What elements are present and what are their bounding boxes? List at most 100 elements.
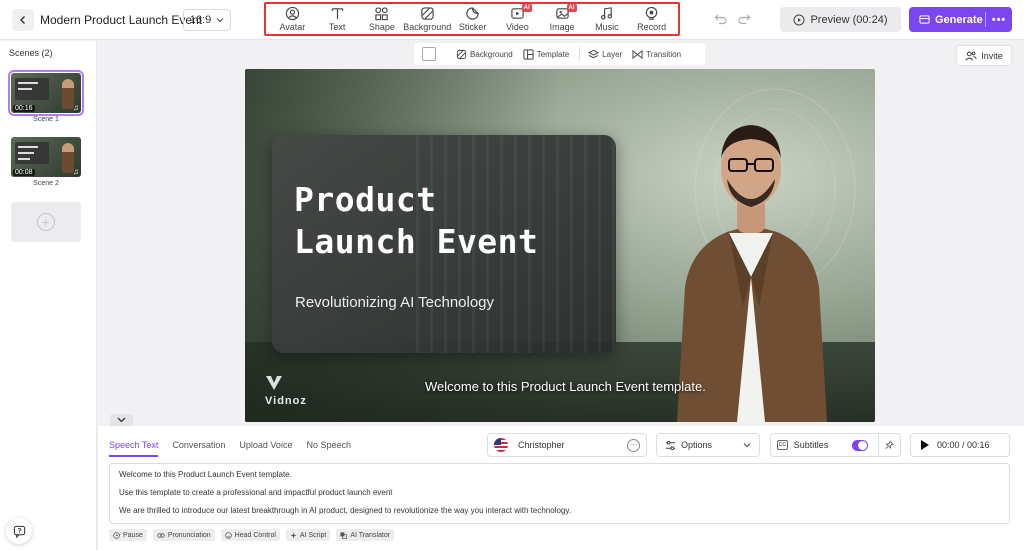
cc-icon: CC — [777, 440, 788, 450]
ai-script-button[interactable]: AI Script — [285, 529, 331, 541]
generate-more-button[interactable]: ••• — [985, 12, 1012, 27]
film-icon — [919, 15, 930, 24]
background-tool[interactable]: Background — [456, 49, 513, 60]
music-note-icon: ♫ — [73, 103, 79, 112]
music-icon — [601, 7, 613, 20]
avatar-presenter[interactable] — [667, 97, 835, 422]
text-icon — [331, 8, 343, 20]
head-control-label: Head Control — [234, 531, 276, 539]
thumb-title-card — [15, 142, 49, 164]
invite-button[interactable]: Invite — [956, 45, 1012, 66]
redo-icon[interactable] — [737, 12, 751, 26]
preview-button[interactable]: Preview (00:24) — [780, 7, 901, 32]
scene-duration: 00:08 — [13, 169, 35, 176]
divider — [579, 47, 581, 61]
color-swatch[interactable] — [422, 47, 436, 61]
subtitles-label: Subtitles — [793, 440, 829, 450]
chevron-left-icon — [20, 16, 25, 24]
voice-select[interactable]: Christopher ··· — [487, 433, 647, 457]
vidnoz-logo-icon — [266, 376, 282, 390]
pin-icon[interactable] — [885, 439, 894, 451]
undo-icon[interactable] — [714, 12, 728, 26]
template-label: Template — [536, 49, 570, 59]
scene-label: Scene 1 — [33, 116, 59, 123]
avatar-icon — [285, 6, 300, 21]
chevron-down-icon — [117, 417, 126, 423]
card-title-line-2: Launch Event — [294, 222, 539, 261]
thumb-title-card — [15, 78, 49, 100]
script-tools: Pause Pronunciation Head Control AI Scri… — [109, 529, 395, 541]
tool-music[interactable]: Music — [585, 4, 630, 34]
clock-icon — [113, 531, 120, 539]
scene-thumbnail-1[interactable]: 00:16 ♫ — [8, 70, 84, 116]
script-line[interactable]: Use this template to create a profession… — [119, 487, 1000, 505]
subtitle-caption[interactable]: Welcome to this Product Launch Event tem… — [425, 379, 706, 394]
back-button[interactable] — [12, 9, 34, 31]
divider — [878, 433, 880, 457]
tool-record[interactable]: Record — [629, 4, 674, 34]
options-label: Options — [681, 440, 713, 450]
ai-badge: AI — [566, 4, 577, 12]
tab-conversation[interactable]: Conversation — [172, 440, 225, 457]
music-note-icon: ♫ — [73, 167, 79, 176]
project-title[interactable]: Modern Product Launch Event — [40, 13, 202, 27]
card-subtitle[interactable]: Revolutionizing AI Technology — [295, 294, 494, 311]
pause-button[interactable]: Pause — [109, 529, 147, 541]
tool-video[interactable]: AI Video — [495, 4, 540, 34]
scenes-title: Scenes (2) — [9, 48, 53, 58]
tab-upload-voice[interactable]: Upload Voice — [239, 440, 292, 457]
voice-name: Christopher — [518, 440, 565, 450]
transition-tool[interactable]: Transition — [632, 49, 681, 60]
ai-translator-button[interactable]: AI Translator — [336, 529, 395, 541]
scene-thumbnail-2[interactable]: 00:08 ♫ — [11, 137, 81, 177]
video-canvas[interactable]: Product Launch Event Revolutionizing AI … — [245, 69, 875, 422]
background-label: Background — [470, 49, 513, 59]
users-icon — [965, 50, 977, 61]
speech-script-editor[interactable]: Welcome to this Product Launch Event tem… — [109, 463, 1010, 524]
background-icon — [456, 49, 467, 59]
options-dropdown[interactable]: Options — [656, 433, 760, 457]
tool-background[interactable]: Background — [403, 4, 452, 34]
tool-label: Background — [403, 22, 452, 32]
subtitles-toggle[interactable] — [852, 439, 869, 451]
tool-sticker[interactable]: Sticker — [450, 4, 495, 34]
script-line[interactable]: Welcome to this Product Launch Event tem… — [119, 469, 1000, 487]
pronunciation-button[interactable]: Pronunciation — [152, 529, 215, 541]
scene-duration: 00:16 — [13, 105, 35, 112]
collapse-panel-button[interactable] — [110, 414, 133, 426]
generate-button[interactable]: Generate ••• — [909, 7, 1012, 32]
aspect-ratio-select[interactable]: 16:9 — [183, 9, 231, 31]
tool-label: Image — [549, 22, 575, 32]
layer-tool[interactable]: Layer — [588, 49, 622, 60]
speech-tabs: Speech Text Conversation Upload Voice No… — [109, 440, 351, 457]
preview-label: Preview (00:24) — [810, 13, 888, 26]
sticker-icon — [466, 7, 479, 20]
tool-shape[interactable]: Shape — [360, 4, 405, 34]
voice-more-button[interactable]: ··· — [627, 438, 640, 452]
plus-icon: + — [37, 213, 55, 231]
face-icon — [224, 531, 232, 539]
add-scene-button[interactable]: + — [11, 202, 81, 242]
ai-script-label: AI Script — [299, 531, 327, 539]
insert-toolbar: Avatar Text Shape Background Sticker AI … — [264, 2, 680, 36]
tab-no-speech[interactable]: No Speech — [306, 440, 351, 457]
chevron-down-icon — [216, 18, 224, 23]
script-line[interactable]: We are thrilled to introduce our latest … — [119, 505, 1000, 523]
scenes-panel: Scenes (2) 00:16 ♫ Scene 1 00:08 ♫ Scene… — [0, 41, 97, 550]
chevron-down-icon — [743, 443, 751, 448]
head-control-button[interactable]: Head Control — [220, 529, 280, 541]
play-icon[interactable] — [921, 440, 929, 450]
generate-main[interactable]: Generate — [909, 7, 985, 32]
top-bar: Modern Product Launch Event 16:9 Avatar … — [0, 0, 1024, 40]
tab-speech-text[interactable]: Speech Text — [109, 440, 159, 457]
tool-image[interactable]: AI Image — [540, 4, 585, 34]
card-title[interactable]: Product Launch Event — [294, 179, 614, 263]
template-tool[interactable]: Template — [523, 48, 570, 60]
tool-text[interactable]: Text — [315, 4, 360, 34]
layer-label: Layer — [602, 49, 623, 59]
sliders-icon — [665, 440, 676, 450]
audio-preview[interactable]: 00:00 / 00:16 — [910, 433, 1010, 457]
help-button[interactable] — [6, 518, 32, 544]
title-card[interactable]: Product Launch Event Revolutionizing AI … — [272, 135, 616, 353]
tool-avatar[interactable]: Avatar — [270, 4, 315, 34]
